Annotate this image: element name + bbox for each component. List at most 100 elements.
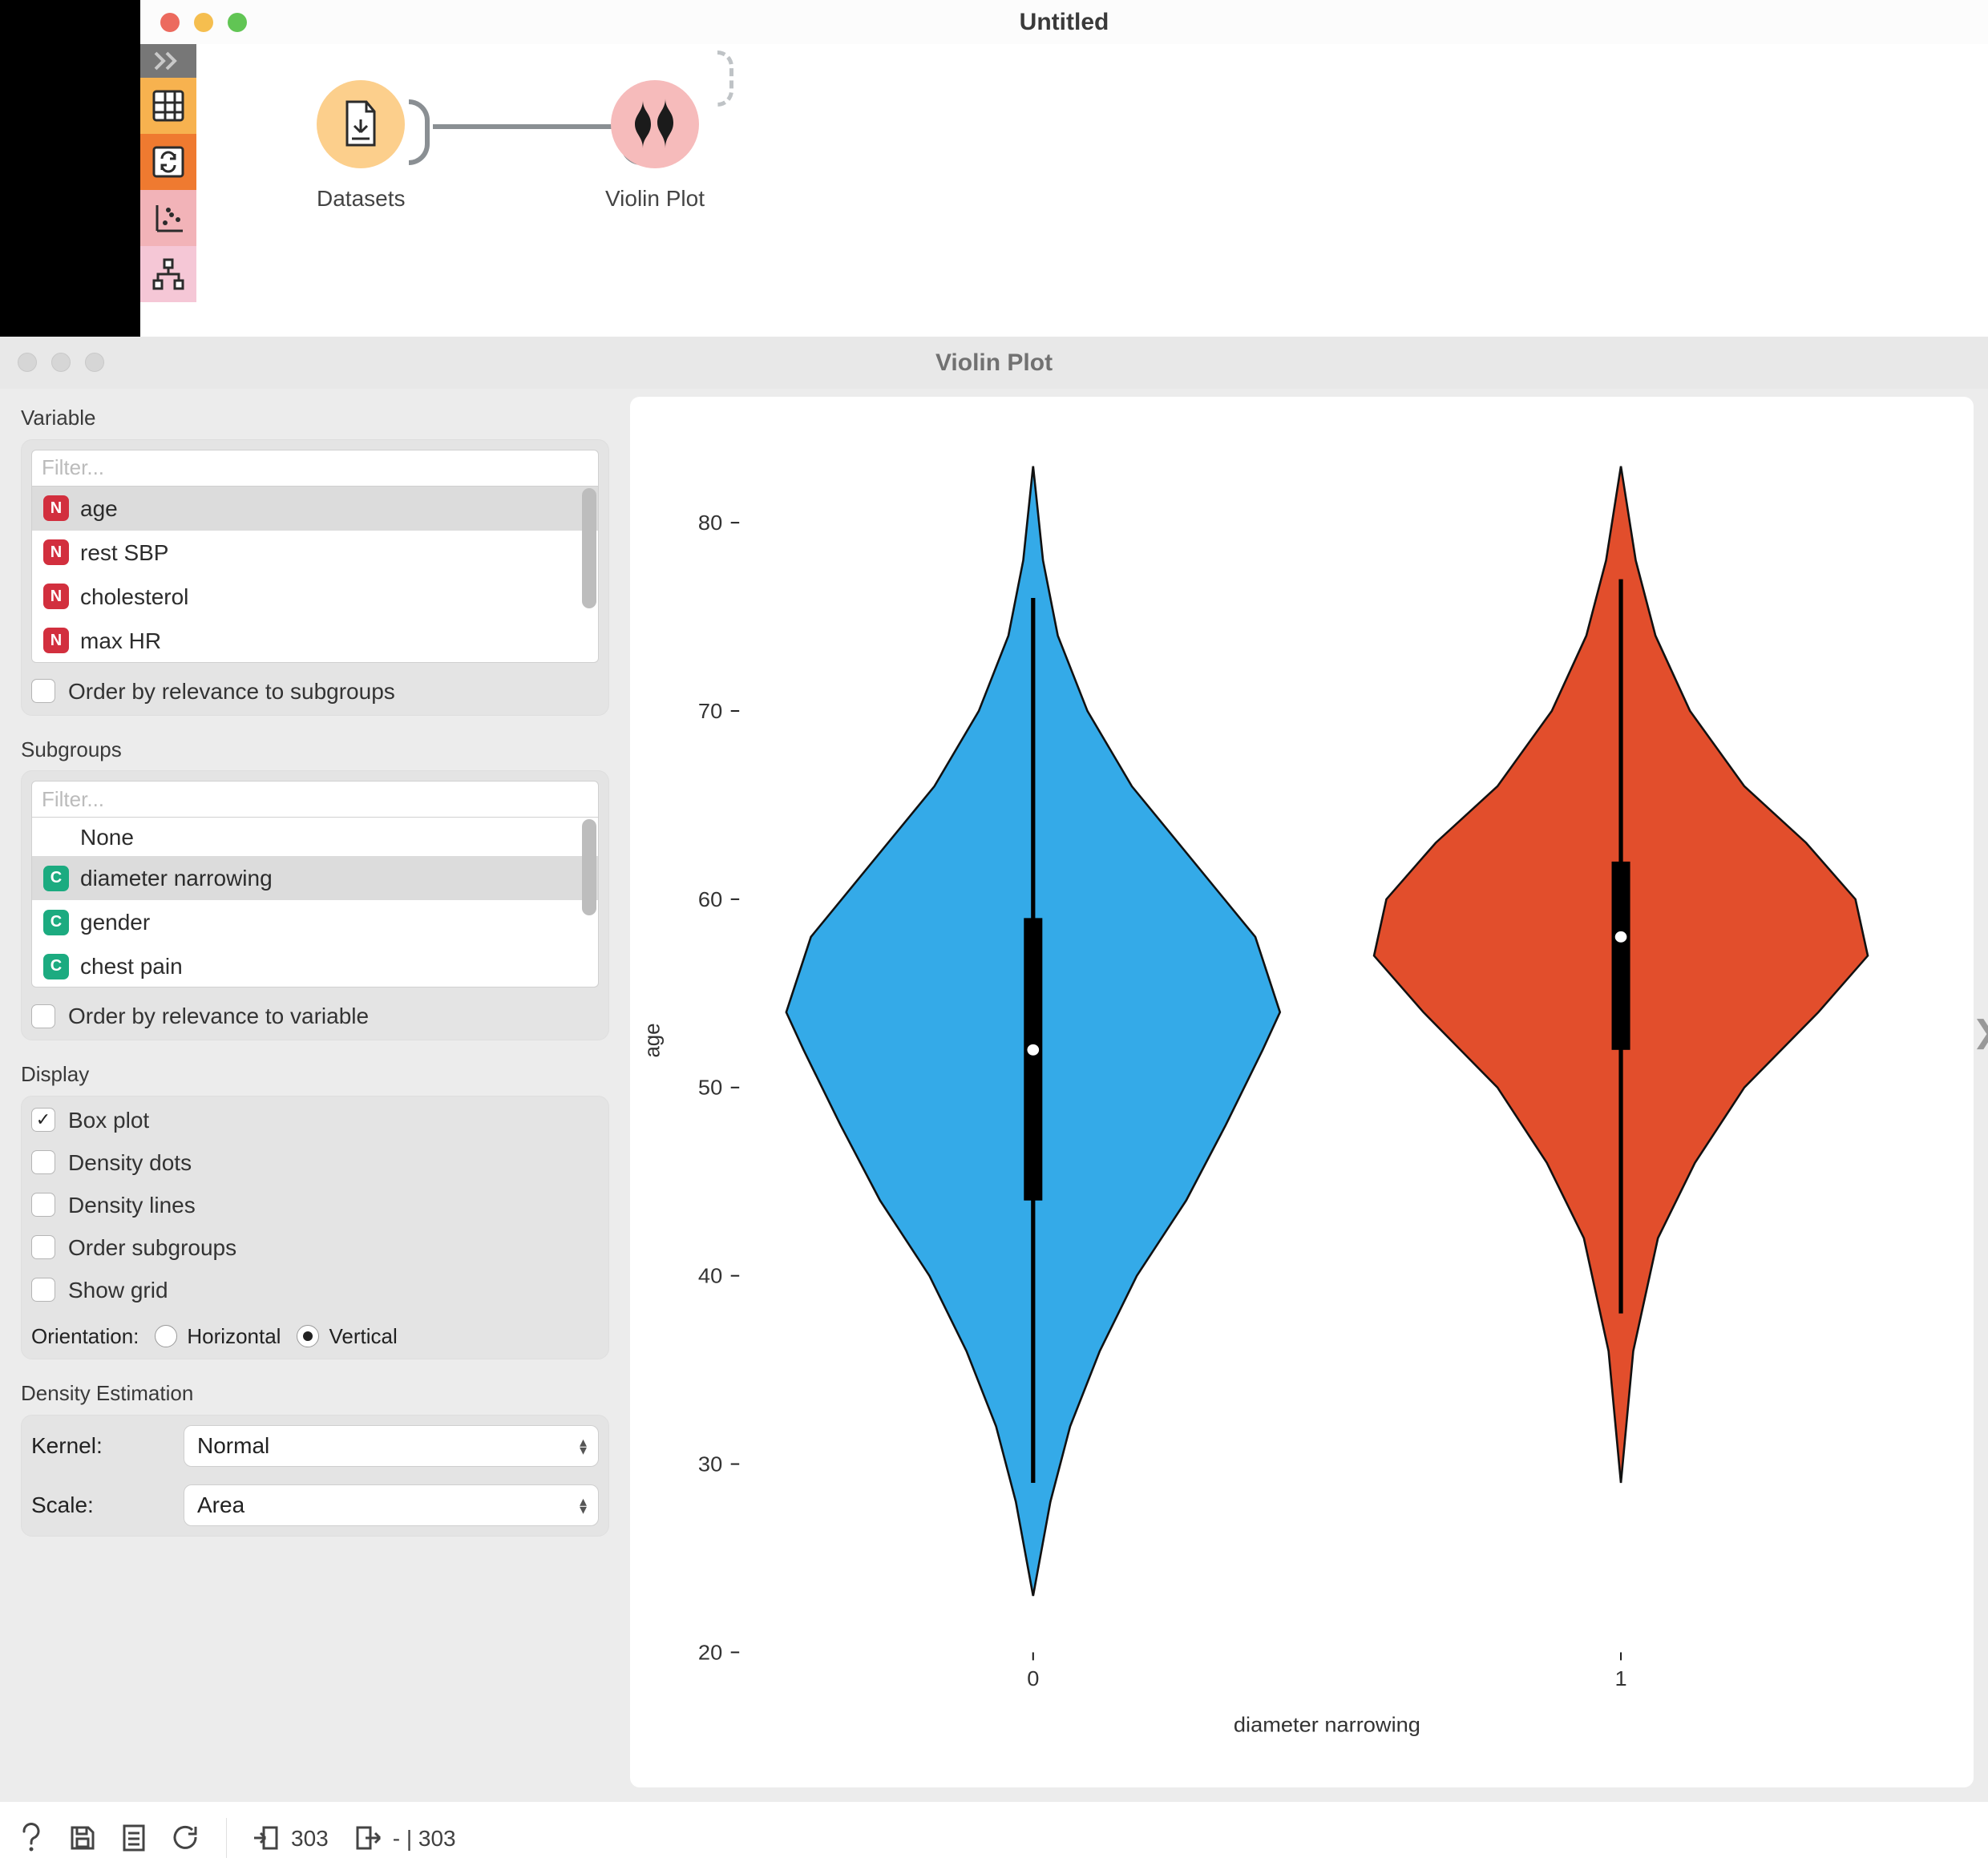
separator bbox=[226, 1818, 227, 1858]
svg-text:50: 50 bbox=[698, 1076, 722, 1099]
variable-group: Nage Nrest SBP Ncholesterol Nmax HR Orde… bbox=[21, 439, 609, 716]
input-count: 303 bbox=[253, 1824, 329, 1852]
display-density-lines-row[interactable]: Density lines bbox=[31, 1191, 599, 1219]
plot-area[interactable]: 20304050607080age01diameter narrowing bbox=[630, 397, 1974, 1787]
save-icon bbox=[69, 1824, 96, 1852]
report-icon bbox=[122, 1824, 146, 1852]
variable-item-label: rest SBP bbox=[80, 539, 168, 567]
variable-item-cholesterol[interactable]: Ncholesterol bbox=[32, 575, 598, 619]
node-violin-plot[interactable]: Violin Plot bbox=[605, 80, 705, 212]
show-grid-label: Show grid bbox=[68, 1276, 168, 1304]
subgroup-item-label: gender bbox=[80, 908, 150, 936]
categorical-badge-icon: C bbox=[43, 866, 69, 891]
workflow-canvas[interactable]: Datasets Violin Plot bbox=[317, 56, 1988, 313]
density-estimation-group: Kernel: Normal▴▾ Scale: Area▴▾ bbox=[21, 1415, 609, 1537]
chevrons-right-icon bbox=[152, 50, 184, 71]
subgroup-item-gender[interactable]: Cgender bbox=[32, 900, 598, 944]
subgroup-order-checkbox[interactable] bbox=[31, 1004, 55, 1028]
subgroups-list[interactable]: None Cdiameter narrowing Cgender Cchest … bbox=[31, 818, 599, 987]
violin-plot-titlebar: Violin Plot bbox=[0, 337, 1988, 389]
display-group: Box plot Density dots Density lines Orde… bbox=[21, 1096, 609, 1360]
svg-text:30: 30 bbox=[698, 1452, 722, 1476]
reset-button[interactable] bbox=[172, 1824, 200, 1852]
input-count-value: 303 bbox=[291, 1824, 329, 1852]
variable-filter-input[interactable] bbox=[31, 450, 599, 487]
reset-icon bbox=[172, 1824, 200, 1852]
orientation-vertical-radio[interactable] bbox=[297, 1325, 319, 1347]
input-icon bbox=[253, 1824, 280, 1852]
variable-item-rest-sbp[interactable]: Nrest SBP bbox=[32, 531, 598, 575]
chevrons-updown-icon: ▴▾ bbox=[580, 1438, 587, 1454]
subgroup-item-chest-pain[interactable]: Cchest pain bbox=[32, 944, 598, 987]
subgroup-item-diameter-narrowing[interactable]: Cdiameter narrowing bbox=[32, 856, 598, 900]
toolbar-model-category-button[interactable] bbox=[140, 246, 196, 302]
violin-plot-title: Violin Plot bbox=[0, 348, 1988, 378]
density-lines-label: Density lines bbox=[68, 1191, 196, 1219]
subgroup-order-label: Order by relevance to variable bbox=[68, 1002, 369, 1030]
svg-text:age: age bbox=[640, 1024, 665, 1058]
box-plot-checkbox[interactable] bbox=[31, 1108, 55, 1132]
display-show-grid-row[interactable]: Show grid bbox=[31, 1276, 599, 1304]
toolbar-data-category-button[interactable] bbox=[140, 78, 196, 134]
svg-text:0: 0 bbox=[1027, 1667, 1039, 1690]
display-order-subgroups-row[interactable]: Order subgroups bbox=[31, 1234, 599, 1262]
variable-item-label: max HR bbox=[80, 627, 161, 655]
list-scrollbar[interactable] bbox=[582, 819, 596, 915]
tree-icon bbox=[151, 256, 186, 292]
canvas-window-title: Untitled bbox=[140, 7, 1988, 38]
output-icon bbox=[354, 1824, 382, 1852]
orientation-vertical-row[interactable]: Vertical bbox=[297, 1323, 397, 1350]
variable-order-checkbox[interactable] bbox=[31, 679, 55, 703]
scale-select[interactable]: Area▴▾ bbox=[184, 1484, 599, 1526]
subgroup-item-label: chest pain bbox=[80, 952, 183, 980]
subgroup-order-checkbox-row[interactable]: Order by relevance to variable bbox=[31, 1002, 599, 1030]
toolbar-visualize-category-button[interactable] bbox=[140, 190, 196, 246]
orientation-horizontal-radio[interactable] bbox=[155, 1325, 177, 1347]
density-estimation-section-label: Density Estimation bbox=[21, 1380, 609, 1407]
orientation-vertical-label: Vertical bbox=[329, 1323, 397, 1350]
orientation-horizontal-label: Horizontal bbox=[187, 1323, 281, 1350]
output-count: - | 303 bbox=[354, 1824, 456, 1852]
subgroup-item-label: diameter narrowing bbox=[80, 864, 273, 892]
variable-list[interactable]: Nage Nrest SBP Ncholesterol Nmax HR bbox=[31, 487, 599, 663]
help-button[interactable] bbox=[19, 1822, 43, 1854]
numeric-badge-icon: N bbox=[43, 628, 69, 653]
density-dots-checkbox[interactable] bbox=[31, 1150, 55, 1174]
report-button[interactable] bbox=[122, 1824, 146, 1852]
node-datasets[interactable]: Datasets bbox=[317, 80, 406, 212]
display-density-dots-row[interactable]: Density dots bbox=[31, 1149, 599, 1177]
orientation-label: Orientation: bbox=[31, 1323, 139, 1350]
scale-label: Scale: bbox=[31, 1491, 168, 1519]
variable-item-label: age bbox=[80, 495, 118, 523]
canvas-window: Untitled Datasets bbox=[140, 0, 1988, 337]
svg-text:60: 60 bbox=[698, 887, 722, 911]
save-button[interactable] bbox=[69, 1824, 96, 1852]
categorical-badge-icon: C bbox=[43, 910, 69, 935]
variable-order-checkbox-row[interactable]: Order by relevance to subgroups bbox=[31, 677, 599, 705]
violin-plot-window: Violin Plot Variable Nage Nrest SBP Ncho… bbox=[0, 337, 1988, 1802]
node-datasets-label: Datasets bbox=[317, 184, 406, 212]
workflow-link[interactable] bbox=[433, 124, 617, 129]
toolbar-transform-category-button[interactable] bbox=[140, 134, 196, 190]
kernel-select[interactable]: Normal ▴▾ bbox=[184, 1425, 599, 1467]
violin-icon bbox=[630, 96, 680, 152]
subgroup-item-none[interactable]: None bbox=[32, 818, 598, 856]
variable-item-age[interactable]: Nage bbox=[32, 487, 598, 531]
subgroup-item-label: None bbox=[80, 823, 134, 851]
list-scrollbar[interactable] bbox=[582, 488, 596, 608]
svg-text:20: 20 bbox=[698, 1641, 722, 1664]
black-sidebar-strip bbox=[0, 0, 140, 337]
variable-item-max-hr[interactable]: Nmax HR bbox=[32, 619, 598, 663]
categorical-badge-icon: C bbox=[43, 954, 69, 979]
density-lines-checkbox[interactable] bbox=[31, 1193, 55, 1217]
orientation-horizontal-row[interactable]: Horizontal bbox=[155, 1323, 281, 1350]
order-subgroups-checkbox[interactable] bbox=[31, 1235, 55, 1259]
display-box-plot-row[interactable]: Box plot bbox=[31, 1106, 599, 1134]
scale-value: Area bbox=[197, 1491, 244, 1519]
svg-text:80: 80 bbox=[698, 511, 722, 535]
subgroups-filter-input[interactable] bbox=[31, 781, 599, 818]
kernel-value: Normal bbox=[197, 1432, 269, 1460]
scatter-icon bbox=[151, 200, 186, 236]
expand-toolbar-button[interactable] bbox=[140, 44, 196, 78]
show-grid-checkbox[interactable] bbox=[31, 1278, 55, 1302]
